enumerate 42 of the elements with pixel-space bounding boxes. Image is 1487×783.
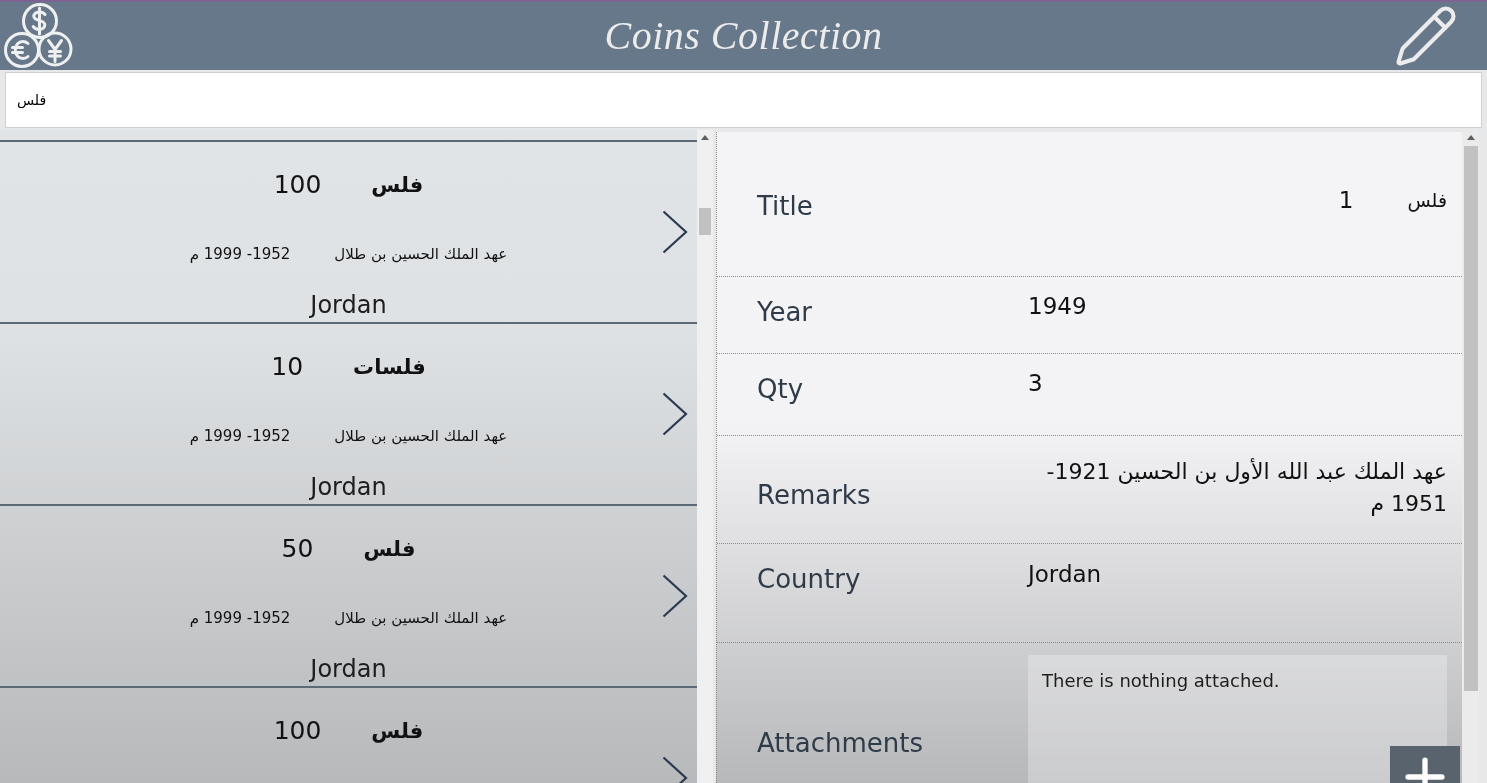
coin-amount: 100: [273, 716, 322, 746]
scrollbar-thumb[interactable]: [1463, 146, 1478, 691]
coins-icon: [2, 2, 74, 70]
field-value: 1: [1338, 186, 1354, 215]
scrollbar[interactable]: [1462, 130, 1479, 783]
coin-years: 1952- 1999 م: [189, 426, 291, 446]
field-value: Jordan: [1028, 561, 1102, 587]
chevron-right-icon[interactable]: [662, 210, 688, 254]
coin-era: عهد الملك الحسين بن طلال: [334, 608, 508, 628]
field-value: 3: [1028, 370, 1043, 396]
coin-years: 1952- 1999 م: [189, 244, 291, 264]
app-title: Coins Collection: [604, 12, 883, 60]
coin-country: Jordan: [310, 654, 387, 684]
coin-denomination: فلس: [371, 172, 424, 199]
coin-country: Jordan: [310, 472, 387, 502]
chevron-right-icon[interactable]: [662, 574, 688, 618]
attachments-message: There is nothing attached.: [1042, 670, 1280, 691]
coin-denomination: فلسات: [353, 354, 426, 381]
coin-denomination: فلس: [363, 536, 416, 563]
coin-years: 1952- 1999 م: [189, 608, 291, 628]
coin-amount: 100: [273, 170, 322, 200]
field-value: عهد الملك عبد الله الأول بن الحسين 1921- 1951 م: [1045, 457, 1447, 518]
scroll-up-icon[interactable]: [1466, 135, 1475, 140]
field-label: Qty: [757, 374, 804, 404]
coin-country: Jordan: [310, 290, 387, 320]
scrollbar-thumb[interactable]: [699, 208, 711, 235]
field-label: Remarks: [757, 480, 871, 510]
coin-era: عهد الملك الحسين بن طلال: [334, 244, 508, 264]
scrollbar[interactable]: [697, 130, 713, 783]
field-label: Year: [757, 297, 813, 327]
scroll-up-icon[interactable]: [701, 135, 709, 140]
chevron-right-icon[interactable]: [662, 392, 688, 436]
field-value: 1949: [1028, 293, 1087, 319]
coin-amount: 10: [271, 352, 304, 382]
field-label: Title: [757, 191, 813, 221]
field-label: Attachments: [757, 728, 923, 758]
coin-denomination: فلس: [371, 718, 424, 745]
field-label: Country: [757, 564, 861, 594]
coin-amount: 50: [281, 534, 314, 564]
coin-era: عهد الملك الحسين بن طلال: [334, 426, 508, 446]
field-value: فلس: [1407, 188, 1447, 214]
search-field[interactable]: فلس: [5, 72, 1482, 128]
